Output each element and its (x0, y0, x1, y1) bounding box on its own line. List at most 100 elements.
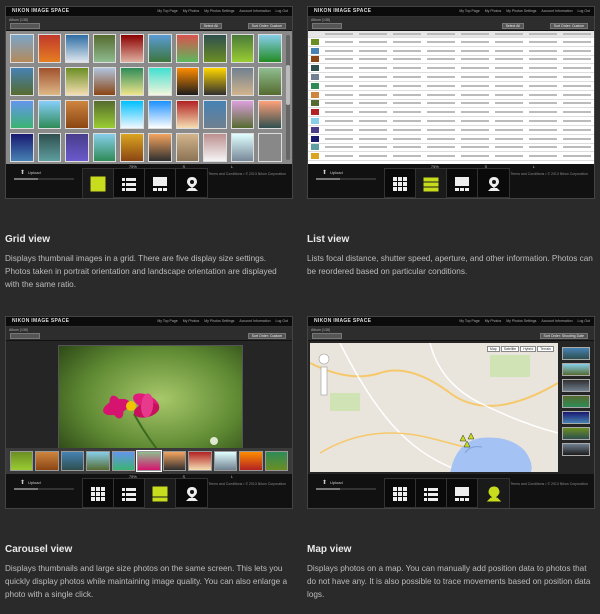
filmstrip-thumbnail[interactable] (86, 451, 110, 471)
upload-button[interactable]: Upload (330, 480, 343, 485)
upload-button[interactable]: Upload (28, 170, 41, 175)
nav-account[interactable]: Account Information (541, 9, 572, 13)
carousel-view-button[interactable] (447, 479, 478, 508)
table-header[interactable] (308, 31, 594, 38)
nav-my-top-page[interactable]: My Top Page (157, 319, 177, 323)
photo-thumbnail[interactable] (37, 34, 62, 63)
sort-order-select[interactable]: Sort Order: Custom (247, 23, 286, 29)
grid-scrollbar[interactable] (286, 35, 290, 160)
nav-logout[interactable]: Log Out (276, 319, 288, 323)
photo-thumbnail[interactable] (203, 100, 227, 129)
table-row[interactable] (308, 152, 594, 162)
map-view-button[interactable] (176, 169, 207, 198)
map-photo-thumbnail[interactable] (562, 411, 590, 424)
filmstrip-thumbnail[interactable] (239, 451, 263, 471)
photo-thumbnail[interactable] (10, 34, 34, 63)
photo-thumbnail[interactable] (148, 133, 172, 162)
table-row[interactable] (308, 82, 594, 91)
grid-view-button[interactable] (385, 479, 416, 508)
nav-account[interactable]: Account Information (541, 319, 572, 323)
map-type-hybrid[interactable]: Hybrid (520, 346, 537, 352)
table-row[interactable] (308, 56, 594, 65)
map-view-button[interactable] (176, 479, 207, 508)
photo-thumbnail[interactable] (230, 67, 255, 96)
sort-order-select[interactable]: Sort Order: Shooting Date (539, 333, 588, 339)
table-row[interactable] (308, 117, 594, 126)
photo-thumbnail[interactable] (203, 34, 227, 63)
table-row[interactable] (308, 100, 594, 109)
scrollbar-thumb[interactable] (286, 65, 290, 105)
map-view-button[interactable] (478, 479, 509, 508)
grid-view-button[interactable] (83, 479, 114, 508)
map-type-map[interactable]: Map (486, 346, 500, 352)
nav-my-photos[interactable]: My Photos (485, 9, 502, 13)
photo-thumbnail[interactable] (120, 100, 144, 129)
filmstrip-thumbnail[interactable] (188, 451, 212, 471)
album-select[interactable] (10, 23, 40, 29)
filmstrip-thumbnail[interactable] (162, 451, 187, 471)
large-photo[interactable] (58, 345, 243, 463)
photo-thumbnail[interactable] (258, 67, 282, 96)
table-row[interactable] (308, 144, 594, 153)
map-photo-thumbnail[interactable] (562, 395, 590, 408)
nav-settings[interactable]: My Photos Settings (506, 319, 536, 323)
table-row[interactable] (308, 126, 594, 135)
map-photo-thumbnail[interactable] (562, 379, 590, 392)
photo-thumbnail[interactable] (65, 34, 89, 63)
photo-thumbnail[interactable] (10, 67, 34, 96)
nav-logout[interactable]: Log Out (276, 9, 288, 13)
photo-thumbnail[interactable] (175, 100, 200, 129)
filmstrip-thumbnail[interactable] (264, 451, 288, 471)
map-photo-thumbnail[interactable] (562, 363, 590, 376)
grid-view-button[interactable] (385, 169, 416, 198)
photo-thumbnail[interactable] (10, 100, 34, 129)
nav-my-photos[interactable]: My Photos (183, 9, 200, 13)
photo-thumbnail[interactable] (65, 67, 89, 96)
photo-thumbnail[interactable] (230, 133, 255, 162)
list-view-button[interactable] (416, 169, 447, 198)
carousel-view-button[interactable] (447, 169, 478, 198)
table-row[interactable] (308, 108, 594, 118)
album-select[interactable] (312, 23, 342, 29)
photo-thumbnail[interactable] (37, 100, 62, 129)
map-type-satellite[interactable]: Satellite (500, 346, 520, 352)
photo-thumbnail[interactable] (120, 67, 144, 96)
photo-thumbnail[interactable] (120, 34, 144, 63)
list-view-button[interactable] (416, 479, 447, 508)
photo-thumbnail[interactable] (230, 34, 255, 63)
list-view-button[interactable] (114, 169, 145, 198)
map-photo-thumbnail[interactable] (562, 427, 590, 440)
nav-my-top-page[interactable]: My Top Page (157, 9, 177, 13)
table-row[interactable] (308, 38, 594, 47)
filmstrip-thumbnail[interactable] (35, 451, 59, 471)
nav-my-top-page[interactable]: My Top Page (459, 9, 479, 13)
photo-thumbnail[interactable] (258, 100, 282, 129)
sort-order-select[interactable]: Sort Order: Custom (549, 23, 588, 29)
nav-settings[interactable]: My Photos Settings (204, 319, 234, 323)
photo-thumbnail[interactable] (258, 133, 282, 162)
map-photo-thumbnail[interactable] (562, 443, 590, 456)
grid-view-button[interactable] (83, 169, 114, 198)
photo-thumbnail[interactable] (175, 34, 200, 63)
filmstrip-thumbnail-selected[interactable] (136, 450, 162, 472)
carousel-view-button[interactable] (145, 169, 176, 198)
select-all-button[interactable]: Select All (199, 23, 222, 29)
photo-thumbnail[interactable] (203, 133, 227, 162)
filmstrip-thumbnail[interactable] (60, 451, 85, 471)
table-row[interactable] (308, 64, 594, 74)
map-photo-thumbnail[interactable] (562, 347, 590, 360)
table-row[interactable] (308, 91, 594, 100)
table-row[interactable] (308, 73, 594, 82)
photo-thumbnail[interactable] (92, 133, 117, 162)
filmstrip-thumbnail[interactable] (111, 451, 136, 471)
filmstrip-thumbnail[interactable] (213, 451, 238, 471)
album-select[interactable] (10, 333, 40, 339)
photo-thumbnail[interactable] (175, 67, 200, 96)
select-all-button[interactable]: Select All (501, 23, 524, 29)
photo-thumbnail[interactable] (92, 67, 117, 96)
photo-thumbnail[interactable] (230, 100, 255, 129)
nav-my-top-page[interactable]: My Top Page (459, 319, 479, 323)
map-type-terrain[interactable]: Terrain (537, 346, 554, 352)
nav-account[interactable]: Account Information (239, 319, 270, 323)
map-view-button[interactable] (478, 169, 509, 198)
